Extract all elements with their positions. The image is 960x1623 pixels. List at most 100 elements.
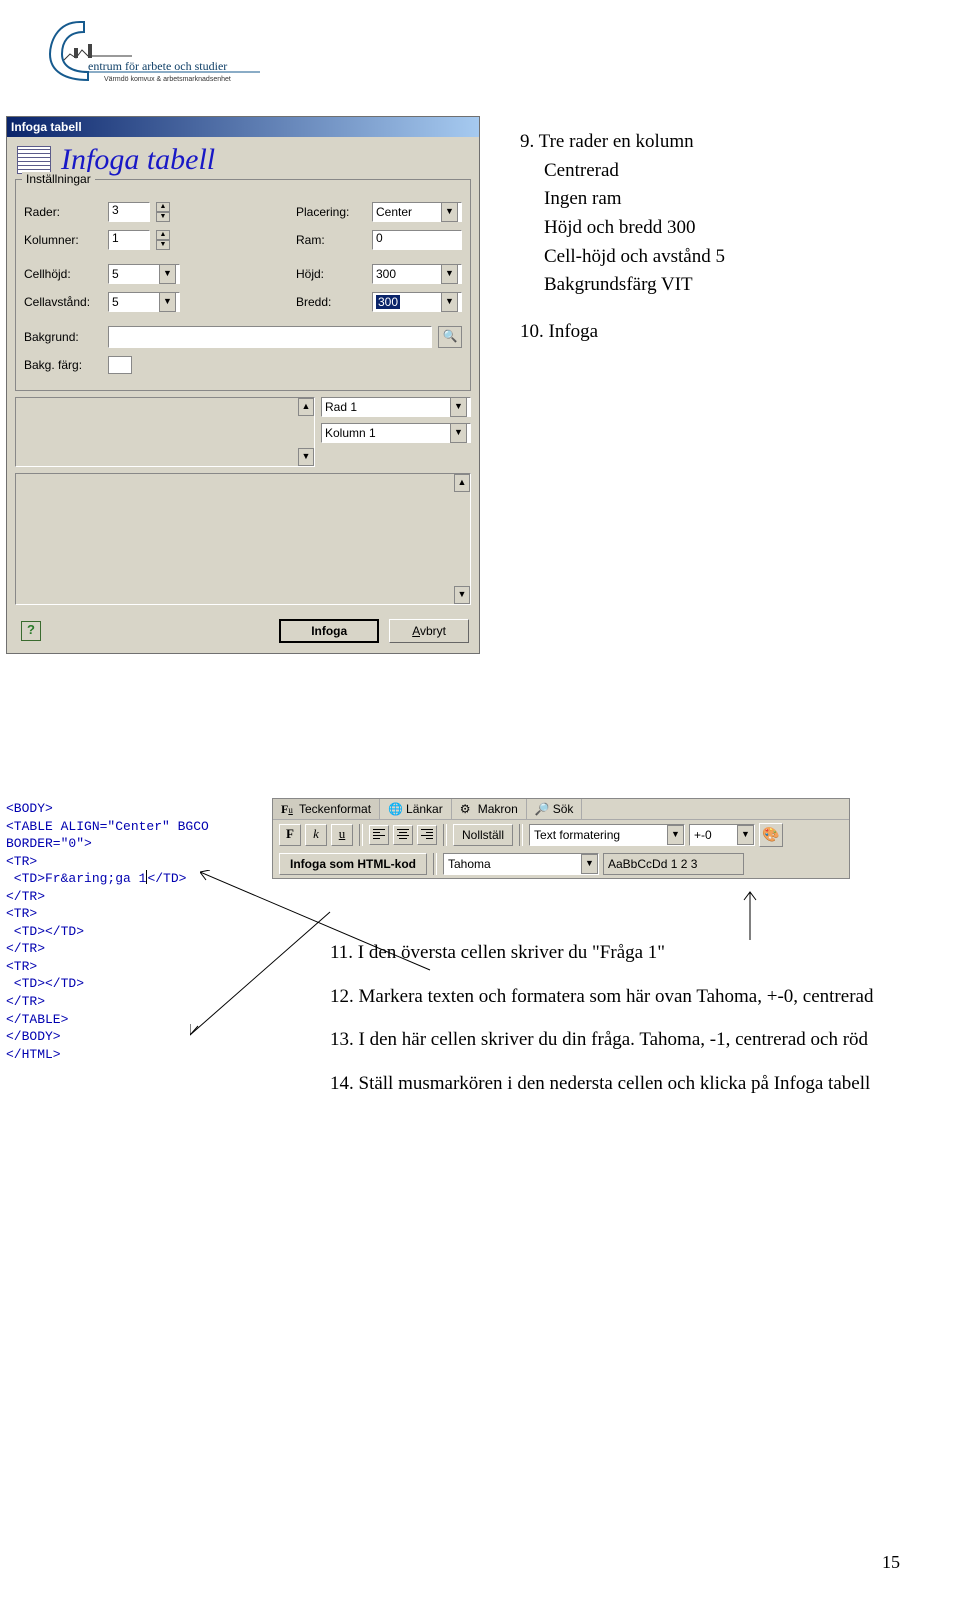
height-select[interactable]: 300 ▼ xyxy=(372,264,462,284)
format-dropdown[interactable]: Text formatering ▼ xyxy=(529,824,685,846)
cancel-button[interactable]: Avbryt xyxy=(389,619,469,643)
background-input[interactable] xyxy=(108,326,432,348)
font-sample: AaBbCcDd 1 2 3 xyxy=(603,853,744,875)
cellheight-select[interactable]: 5 ▼ xyxy=(108,264,180,284)
cellspacing-value: 5 xyxy=(112,295,119,309)
placement-select[interactable]: Center ▼ xyxy=(372,202,462,222)
group-title: Inställningar xyxy=(22,172,95,186)
height-value: 300 xyxy=(376,267,396,281)
spinner-up-icon[interactable]: ▲ xyxy=(156,230,170,240)
help-icon[interactable]: ? xyxy=(21,621,41,641)
instr-9-line2: Centrerad xyxy=(520,159,920,184)
separator xyxy=(359,824,363,846)
dropdown-value: Text formatering xyxy=(534,828,620,842)
tab-label: Sök xyxy=(553,802,574,816)
instr-13: 13. I den här cellen skriver du din fråg… xyxy=(330,1027,890,1053)
insert-button[interactable]: Infoga xyxy=(279,619,379,643)
chevron-down-icon[interactable]: ▼ xyxy=(667,825,684,845)
chevron-down-icon[interactable]: ▼ xyxy=(450,397,467,417)
dialog-titlebar: Infoga tabell xyxy=(7,117,479,137)
insert-table-dialog: Infoga tabell Infoga tabell Inställninga… xyxy=(6,116,480,654)
width-select[interactable]: 300 ▼ xyxy=(372,292,462,312)
separator xyxy=(443,824,447,846)
align-right-button[interactable] xyxy=(417,825,437,845)
instr-9-line5: Cell-höjd och avstånd 5 xyxy=(520,245,920,270)
logo: entrum för arbete och studier Värmdö kom… xyxy=(44,14,264,92)
row-select-value: Rad 1 xyxy=(325,400,357,414)
cell-content-area[interactable]: ▲ ▼ xyxy=(15,397,315,467)
bgcolor-label: Bakg. färg: xyxy=(24,358,102,372)
rows-spinner[interactable]: ▲ ▼ xyxy=(156,202,170,222)
tab-charformat[interactable]: Fu Teckenformat xyxy=(273,799,380,819)
tab-macros[interactable]: ⚙ Makron xyxy=(452,799,527,819)
tab-label: Teckenformat xyxy=(299,802,371,816)
instr-9-line1: 9. Tre rader en kolumn xyxy=(520,130,920,155)
browse-icon[interactable]: 🔍 xyxy=(438,326,462,348)
columns-spinner[interactable]: ▲ ▼ xyxy=(156,230,170,250)
reset-button[interactable]: Nollställ xyxy=(453,824,513,846)
spinner-up-icon[interactable]: ▲ xyxy=(156,202,170,212)
rows-label: Rader: xyxy=(24,205,102,219)
scrollbar[interactable]: ▲ ▼ xyxy=(454,474,470,604)
scroll-down-icon[interactable]: ▼ xyxy=(298,448,314,466)
bold-button[interactable]: F xyxy=(279,824,301,846)
instr-10: 10. Infoga xyxy=(520,320,920,345)
scroll-up-icon[interactable]: ▲ xyxy=(298,398,314,416)
chevron-down-icon[interactable]: ▼ xyxy=(441,292,458,312)
cellspacing-select[interactable]: 5 ▼ xyxy=(108,292,180,312)
size-dropdown[interactable]: +-0 ▼ xyxy=(689,824,755,846)
arrow-line xyxy=(740,890,760,945)
chevron-down-icon[interactable]: ▼ xyxy=(441,202,458,222)
format-toolbar: Fu Teckenformat 🌐 Länkar ⚙ Makron 🔎 Sök … xyxy=(272,798,850,879)
cellheight-label: Cellhöjd: xyxy=(24,267,102,281)
scroll-down-icon[interactable]: ▼ xyxy=(454,586,470,604)
rows-input[interactable]: 3 xyxy=(108,202,150,222)
font-dropdown[interactable]: Tahoma ▼ xyxy=(443,853,599,875)
cellheight-value: 5 xyxy=(112,267,119,281)
column-select-value: Kolumn 1 xyxy=(325,426,376,440)
svg-text:entrum för arbete och studier: entrum för arbete och studier xyxy=(88,59,227,73)
instr-12: 12. Markera texten och formatera som här… xyxy=(330,984,890,1010)
cell-selector-area: ▲ ▼ Rad 1 ▼ Kolumn 1 ▼ xyxy=(15,397,471,467)
ram-label: Ram: xyxy=(296,233,366,247)
columns-input[interactable]: 1 xyxy=(108,230,150,250)
dialog-buttons: ? Infoga Avbryt xyxy=(7,613,479,653)
placement-label: Placering: xyxy=(296,205,366,219)
instr-9-line4: Höjd och bredd 300 xyxy=(520,216,920,241)
scroll-up-icon[interactable]: ▲ xyxy=(454,474,470,492)
tab-search[interactable]: 🔎 Sök xyxy=(527,799,583,819)
macro-icon: ⚙ xyxy=(460,802,474,816)
chevron-down-icon[interactable]: ▼ xyxy=(441,264,458,284)
scrollbar[interactable]: ▲ ▼ xyxy=(298,398,314,466)
column-select[interactable]: Kolumn 1 ▼ xyxy=(321,423,471,443)
instr-9-line3: Ingen ram xyxy=(520,187,920,212)
sample-text: AaBbCcDd 1 2 3 xyxy=(608,857,697,871)
instr-9-line6: Bakgrundsfärg VIT xyxy=(520,273,920,298)
toolbar-tabs: Fu Teckenformat 🌐 Länkar ⚙ Makron 🔎 Sök xyxy=(273,799,849,820)
chevron-down-icon[interactable]: ▼ xyxy=(450,423,467,443)
chevron-down-icon[interactable]: ▼ xyxy=(159,292,176,312)
ram-input[interactable]: 0 xyxy=(372,230,462,250)
tab-links[interactable]: 🌐 Länkar xyxy=(380,799,452,819)
svg-text:Värmdö komvux & arbetsmarknads: Värmdö komvux & arbetsmarknadsenhet xyxy=(104,76,231,83)
chevron-down-icon[interactable]: ▼ xyxy=(581,854,598,874)
settings-group: Inställningar Rader: 3 ▲ ▼ Placering: Ce… xyxy=(15,179,471,391)
align-left-button[interactable] xyxy=(369,825,389,845)
tab-label: Länkar xyxy=(406,802,443,816)
spinner-down-icon[interactable]: ▼ xyxy=(156,212,170,222)
chevron-down-icon[interactable]: ▼ xyxy=(159,264,176,284)
cellspacing-label: Cellavstånd: xyxy=(24,295,102,309)
align-center-button[interactable] xyxy=(393,825,413,845)
preview-area[interactable]: ▲ ▼ xyxy=(15,473,471,605)
html-code-block: <BODY> <TABLE ALIGN="Center" BGCO BORDER… xyxy=(6,800,209,1063)
search-icon: 🔎 xyxy=(535,802,549,816)
chevron-down-icon[interactable]: ▼ xyxy=(737,825,754,845)
underline-button[interactable]: u xyxy=(331,824,353,846)
spinner-down-icon[interactable]: ▼ xyxy=(156,240,170,250)
italic-button[interactable]: k xyxy=(305,824,327,846)
row-select[interactable]: Rad 1 ▼ xyxy=(321,397,471,417)
dropdown-value: +-0 xyxy=(694,828,712,842)
height-label: Höjd: xyxy=(296,267,366,281)
color-palette-icon[interactable]: 🎨 xyxy=(759,823,783,847)
bgcolor-swatch[interactable] xyxy=(108,356,132,374)
